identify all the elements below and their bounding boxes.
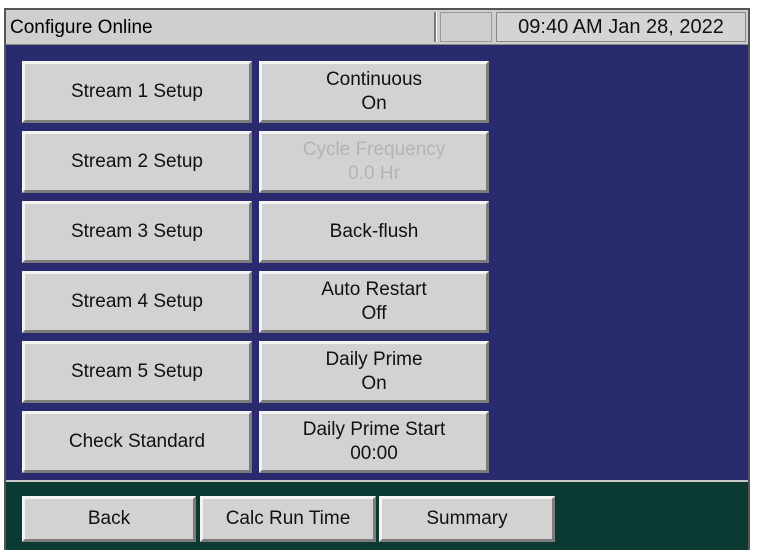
button-label: Summary (426, 508, 508, 529)
button-label: Back (87, 508, 131, 529)
button-label: Calc Run Time (225, 508, 351, 529)
title-bar: Configure Online 09:40 AM Jan 28, 2022 (6, 10, 748, 45)
stream-2-setup-button[interactable]: Stream 2 Setup (22, 131, 252, 193)
button-label: Check Standard (68, 431, 206, 452)
button-label: Stream 1 Setup (70, 81, 204, 102)
button-value: 00:00 (350, 443, 398, 464)
back-flush-button[interactable]: Back-flush (259, 201, 489, 263)
button-value: On (361, 93, 387, 114)
button-label: Continuous (325, 69, 423, 90)
button-value: 0.0 Hr (348, 163, 400, 184)
main-panel: Stream 1 Setup Stream 2 Setup Stream 3 S… (6, 45, 748, 480)
title-blank-field (440, 12, 492, 42)
stream-1-setup-button[interactable]: Stream 1 Setup (22, 61, 252, 123)
back-button[interactable]: Back (22, 496, 196, 542)
clock-display: 09:40 AM Jan 28, 2022 (496, 12, 746, 42)
daily-prime-start-button[interactable]: Daily Prime Start 00:00 (259, 411, 489, 473)
calc-run-time-button[interactable]: Calc Run Time (200, 496, 376, 542)
button-label: Daily Prime Start (302, 419, 446, 440)
button-value: On (361, 373, 387, 394)
button-label: Stream 4 Setup (70, 291, 204, 312)
button-label: Cycle Frequency (302, 139, 446, 160)
continuous-toggle-button[interactable]: Continuous On (259, 61, 489, 123)
button-label: Daily Prime (325, 349, 423, 370)
daily-prime-button[interactable]: Daily Prime On (259, 341, 489, 403)
summary-button[interactable]: Summary (379, 496, 555, 542)
cycle-frequency-button: Cycle Frequency 0.0 Hr (259, 131, 489, 193)
button-label: Stream 5 Setup (70, 361, 204, 382)
check-standard-button[interactable]: Check Standard (22, 411, 252, 473)
footer-bar: Back Calc Run Time Summary (6, 482, 748, 550)
button-value: Off (361, 303, 387, 324)
auto-restart-button[interactable]: Auto Restart Off (259, 271, 489, 333)
title-divider (434, 12, 437, 42)
page-title: Configure Online (10, 17, 153, 38)
button-label: Stream 2 Setup (70, 151, 204, 172)
button-label: Back-flush (329, 221, 419, 242)
stream-4-setup-button[interactable]: Stream 4 Setup (22, 271, 252, 333)
stream-3-setup-button[interactable]: Stream 3 Setup (22, 201, 252, 263)
stream-5-setup-button[interactable]: Stream 5 Setup (22, 341, 252, 403)
button-label: Auto Restart (321, 279, 427, 300)
button-label: Stream 3 Setup (70, 221, 204, 242)
